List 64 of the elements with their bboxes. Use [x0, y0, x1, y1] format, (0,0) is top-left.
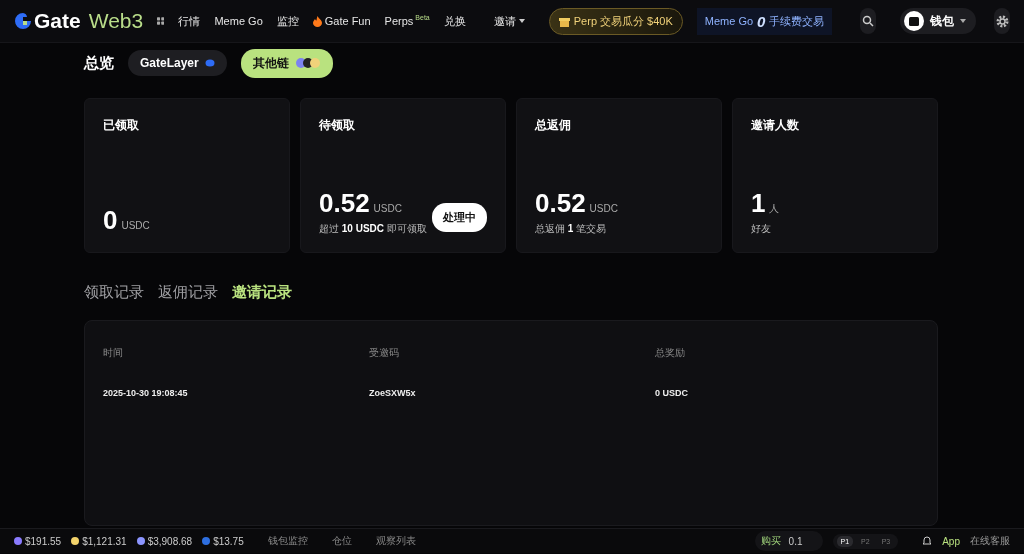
- logo-text: Gate: [34, 9, 81, 33]
- section-title: 总览: [84, 53, 114, 73]
- footer-link[interactable]: 钱包监控: [267, 534, 308, 548]
- stat-note: 超过 10 USDC 即可领取: [319, 222, 427, 236]
- coin-price: $13.75: [213, 535, 244, 547]
- nav-link[interactable]: Gate Fun: [312, 15, 371, 27]
- app-link[interactable]: App: [942, 535, 960, 547]
- chain-tab[interactable]: 其他链: [240, 48, 333, 78]
- nav-link[interactable]: Meme Go: [214, 15, 263, 27]
- nav-link[interactable]: 监控: [276, 13, 299, 29]
- wallet-button[interactable]: 钱包: [900, 8, 977, 34]
- footer-link[interactable]: 仓位: [331, 534, 352, 548]
- logo-suffix: Web3: [88, 9, 144, 33]
- table-cell-text: 2025-10-30 19:08:45: [103, 388, 189, 398]
- card-title: 已领取: [103, 117, 140, 134]
- footer-link[interactable]: 观察列表: [375, 534, 416, 548]
- card-title: 待领取: [319, 117, 356, 134]
- nav-link[interactable]: 兑换: [443, 13, 466, 29]
- stat-note: 好友: [751, 222, 772, 236]
- search-button[interactable]: [860, 8, 877, 34]
- record-tab[interactable]: 邀请记录: [232, 283, 292, 302]
- fire-icon: [312, 15, 322, 27]
- stat-unit: USDC: [589, 203, 618, 214]
- chain-tab[interactable]: GateLayer: [128, 50, 227, 76]
- column-header: 受邀码: [369, 346, 400, 360]
- settings-button[interactable]: [994, 8, 1010, 34]
- stat-note: 总返佣 1 笔交易: [535, 222, 608, 236]
- wallet-icon: [909, 16, 920, 26]
- promo-banner[interactable]: Perp 交易瓜分 $40K: [548, 7, 683, 35]
- status-button[interactable]: 处理中: [432, 203, 487, 232]
- bell-icon[interactable]: [922, 536, 933, 546]
- table-cell-text: ZoeSXW5x: [369, 388, 417, 398]
- stat-value: 1: [751, 188, 766, 219]
- card-title: 总返佣: [535, 117, 572, 134]
- coin-price: $1,121.31: [82, 535, 127, 547]
- coin-price: $3,908.68: [147, 535, 193, 547]
- stat-value: 0.52: [535, 188, 586, 219]
- settings-icon: [995, 14, 1009, 28]
- stat-value: 0.52: [319, 188, 370, 219]
- search-icon: [862, 15, 875, 27]
- support-link[interactable]: 在线客服: [970, 534, 1010, 548]
- nav-menu[interactable]: 邀请: [493, 13, 525, 29]
- caret-icon: [960, 19, 967, 23]
- record-tab[interactable]: 返佣记录: [158, 283, 218, 302]
- logo-icon: [14, 12, 32, 30]
- table-cell-text: 0 USDC: [655, 388, 689, 398]
- record-tab[interactable]: 领取记录: [84, 283, 144, 302]
- card-title: 邀请人数: [751, 117, 800, 134]
- caret-icon: [518, 19, 525, 23]
- chain-icons: [294, 57, 321, 69]
- gift-icon: [558, 15, 570, 27]
- stat-value: 0: [103, 205, 118, 236]
- stat-unit: USDC: [121, 220, 150, 231]
- coin-price: $191.55: [25, 535, 62, 547]
- apps-icon[interactable]: [157, 15, 165, 27]
- column-header: 总奖励: [655, 346, 686, 360]
- stat-unit: 人: [769, 202, 780, 216]
- nav-link[interactable]: 行情: [178, 13, 201, 29]
- meme-promo-banner[interactable]: Meme Go 0 手续费交易: [696, 7, 833, 35]
- stat-unit: USDC: [373, 203, 402, 214]
- nav-link[interactable]: Perps: [384, 15, 414, 27]
- quick-buy[interactable]: 购买 0.1: [754, 531, 823, 551]
- chain-icon: [204, 59, 215, 67]
- column-header: 时间: [103, 346, 124, 360]
